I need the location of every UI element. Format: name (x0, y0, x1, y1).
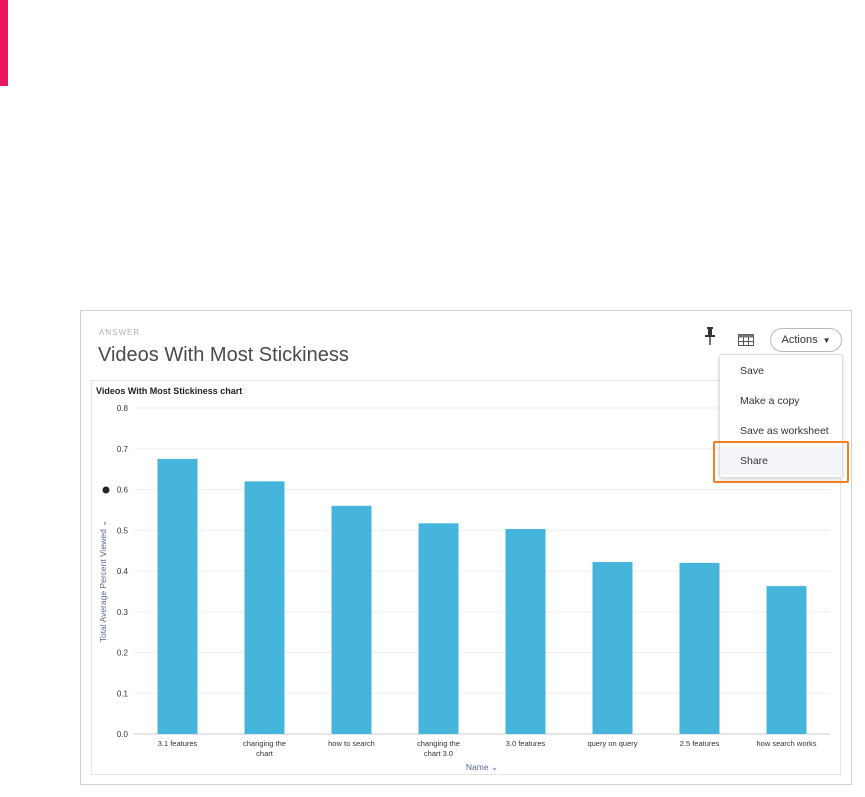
y-tick-label: 0.5 (117, 526, 129, 535)
chart-title: Videos With Most Stickiness chart (96, 386, 242, 396)
x-tick-label: chart 3.0 (424, 749, 453, 758)
y-axis-label[interactable]: Total Average Percent Viewed ⌄ (98, 520, 108, 643)
bar (418, 523, 459, 734)
x-tick-label: changing the (417, 739, 460, 748)
y-tick-label: 0.1 (117, 689, 129, 698)
x-tick-label: changing the (243, 739, 286, 748)
y-tick-label: 0.3 (117, 608, 129, 617)
brand-accent-bar (0, 0, 8, 86)
answer-card: ANSWER Videos With Most Stickiness Actio… (80, 310, 852, 785)
bar (505, 529, 546, 734)
y-tick-label: 0.8 (117, 404, 129, 413)
x-tick-label: how to search (328, 739, 375, 748)
bar (157, 458, 198, 734)
x-tick-label: 2.5 features (680, 739, 720, 748)
y-tick-label: 0.2 (117, 649, 129, 658)
page-title: Videos With Most Stickiness (98, 344, 349, 366)
answer-type-label: ANSWER (99, 328, 141, 337)
y-tick-label: 0.4 (117, 567, 129, 576)
actions-menu: Save Make a copy Save as worksheet Share (719, 354, 843, 478)
menu-item-make-a-copy[interactable]: Make a copy (720, 387, 842, 415)
x-axis-label[interactable]: Name ⌄ (466, 762, 498, 772)
caret-down-icon: ▼ (822, 335, 831, 345)
pin-icon[interactable] (703, 326, 717, 346)
x-tick-label: 3.1 features (158, 739, 198, 748)
x-tick-label: how search works (756, 739, 816, 748)
x-tick-label: query on query (587, 739, 637, 748)
info-icon (102, 486, 110, 494)
bar (679, 562, 720, 734)
actions-button[interactable]: Actions ▼ (770, 328, 842, 352)
bar (331, 505, 372, 734)
y-tick-label: 0.6 (117, 486, 129, 495)
table-view-icon[interactable] (738, 334, 754, 346)
x-tick-label: 3.0 features (506, 739, 546, 748)
menu-item-save-as-worksheet[interactable]: Save as worksheet (720, 417, 842, 445)
menu-item-save[interactable]: Save (720, 357, 842, 385)
actions-button-label: Actions (781, 334, 818, 346)
y-tick-label: 0.0 (117, 730, 129, 739)
bar (592, 562, 633, 734)
menu-item-share[interactable]: Share (720, 447, 842, 475)
bar (244, 481, 285, 734)
x-tick-label: chart (256, 749, 274, 758)
bar (766, 586, 807, 734)
y-tick-label: 0.7 (117, 445, 129, 454)
